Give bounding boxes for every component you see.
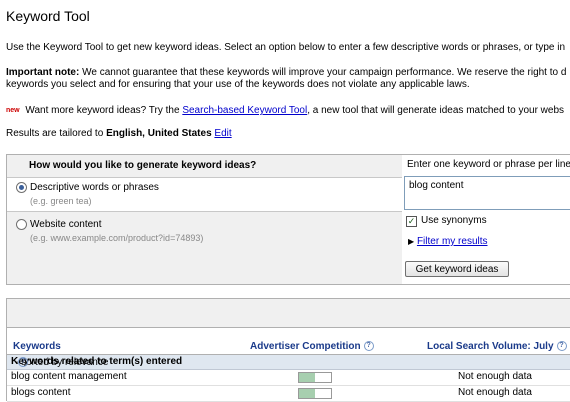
website-label: Website content [30,219,102,230]
row-volume: Not enough data [458,371,532,382]
competition-bar-fill [299,389,315,398]
option-website[interactable]: Website content (e.g. www.example.com/pr… [7,212,403,284]
website-radio[interactable] [16,219,27,230]
note-label: Important note: [6,67,80,78]
note-text-1: We cannot guarantee that these keywords … [79,67,567,78]
competition-bar [298,372,332,383]
volume-column-header[interactable]: Local Search Volume: July? [427,341,567,352]
expand-arrow-icon: ▶ [408,237,415,246]
row-volume: Not enough data [458,387,532,398]
volume-header-label: Local Search Volume: July [427,341,554,352]
use-synonyms-checkbox[interactable]: ✓ [406,216,417,227]
promo-line: new Want more keyword ideas? Try the Sea… [6,105,564,116]
competition-column-header[interactable]: Advertiser Competition? [250,341,374,352]
results-toolbar [7,299,570,328]
keyword-input[interactable] [404,176,570,210]
intro-text: Use the Keyword Tool to get new keyword … [6,42,566,53]
options-question: How would you like to generate keyword i… [29,160,257,171]
filter-results[interactable]: ▶ Filter my results [408,236,488,247]
keyword-entry-prompt: Enter one keyword or phrase per line [407,159,570,170]
important-note: Important note: We cannot guarantee that… [6,67,566,78]
filter-my-results-link[interactable]: Filter my results [417,236,488,247]
group-label: Keywords related to term(s) entered - so… [11,356,182,368]
tailored-prefix: Results are tailored to [6,128,107,139]
related-terms-group: Keywords related to term(s) entered - so… [7,355,570,370]
options-header: How would you like to generate keyword i… [7,155,403,178]
results-header-row: Keywords Advertiser Competition? Local S… [7,328,570,355]
tailored-value: English, United States [106,128,212,139]
page-title: Keyword Tool [6,8,90,24]
table-row[interactable]: blog content management Not enough data [7,370,570,386]
promo-prefix: Want more keyword ideas? Try the [22,105,183,116]
keywords-column-header[interactable]: Keywords [13,341,61,352]
important-note-line2: keywords you select and for ensuring tha… [6,79,470,90]
website-hint: (e.g. www.example.com/product?id=74893) [30,233,204,243]
row-keyword: blogs content [11,387,71,398]
descriptive-radio[interactable] [16,182,27,193]
new-badge: new [6,106,20,114]
help-icon[interactable]: ? [556,341,567,352]
use-synonyms-label: Use synonyms [421,215,487,226]
row-keyword: blog content management [11,371,127,382]
results-table: Keywords Advertiser Competition? Local S… [6,298,570,402]
competition-header-label: Advertiser Competition [250,341,361,352]
descriptive-label: Descriptive words or phrases [30,182,159,193]
promo-suffix: , a new tool that will generate ideas ma… [307,105,565,116]
descriptive-hint: (e.g. green tea) [30,196,92,206]
option-descriptive[interactable]: Descriptive words or phrases (e.g. green… [7,178,403,212]
get-keyword-ideas-button[interactable]: Get keyword ideas [405,261,509,277]
keyword-options-panel: How would you like to generate keyword i… [6,154,404,285]
group-sort-note: - sorted by relevance [15,357,109,368]
edit-locale-link[interactable]: Edit [214,128,231,139]
competition-bar-fill [299,373,315,382]
competition-bar [298,388,332,399]
tailored-line: Results are tailored to English, United … [6,128,232,139]
help-icon[interactable]: ? [363,341,374,352]
search-based-keyword-tool-link[interactable]: Search-based Keyword Tool [182,105,307,116]
help-icon[interactable]: ? [18,357,28,367]
